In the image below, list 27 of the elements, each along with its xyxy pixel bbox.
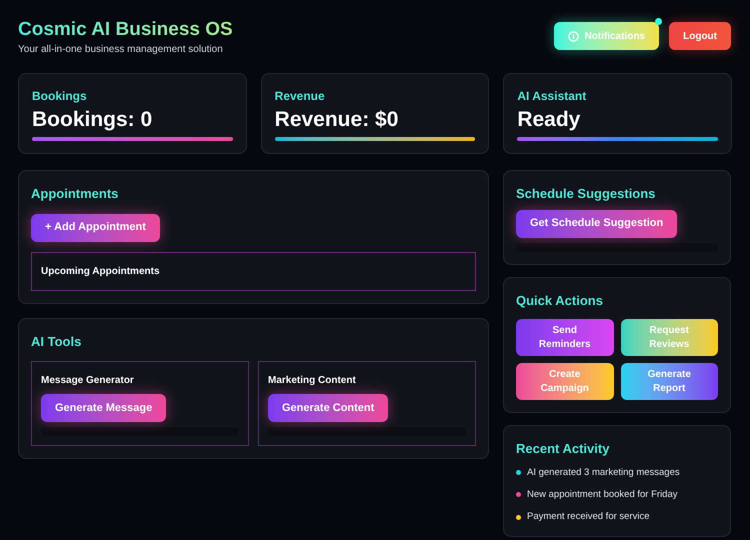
section-title: Appointments — [31, 185, 120, 203]
quick-action-button[interactable]: Send Reminders — [516, 319, 614, 356]
quick-action-button[interactable]: Generate Report — [620, 363, 718, 400]
activity-text: Payment received for service — [527, 510, 650, 524]
panel-title: Marketing Content — [268, 374, 357, 388]
add-appointment-button[interactable]: + Add Appointment — [31, 214, 160, 242]
quick-action-button[interactable]: Create Campaign — [516, 363, 614, 400]
stat-label: Bookings — [32, 88, 88, 105]
app-subtitle: Your all-in-one business management solution — [18, 42, 224, 57]
logout-button[interactable]: Logout — [669, 22, 731, 50]
section-title: Quick Actions — [516, 292, 604, 310]
schedule-suggestion-button[interactable]: Get Schedule Suggestion — [516, 210, 678, 238]
panel-title: Message Generator — [41, 374, 135, 388]
info-icon — [568, 30, 579, 42]
stat-value: Bookings: 0 — [32, 106, 154, 133]
activity-text: New appointment booked for Friday — [527, 488, 678, 502]
panel-title: Upcoming Appointments — [41, 264, 161, 278]
stat-value: Ready — [517, 106, 582, 133]
section-title: Schedule Suggestions — [516, 185, 656, 203]
generate-button[interactable]: Generate Content — [268, 394, 388, 422]
section-title: AI Tools — [31, 332, 82, 350]
stat-label: Revenue — [274, 88, 326, 105]
stat-label: AI Assistant — [517, 88, 588, 105]
generate-button[interactable]: Generate Message — [41, 394, 166, 422]
section-title: Recent Activity — [516, 440, 610, 458]
activity-text: AI generated 3 marketing messages — [527, 466, 680, 480]
stat-value: Revenue: $0 — [274, 106, 400, 133]
